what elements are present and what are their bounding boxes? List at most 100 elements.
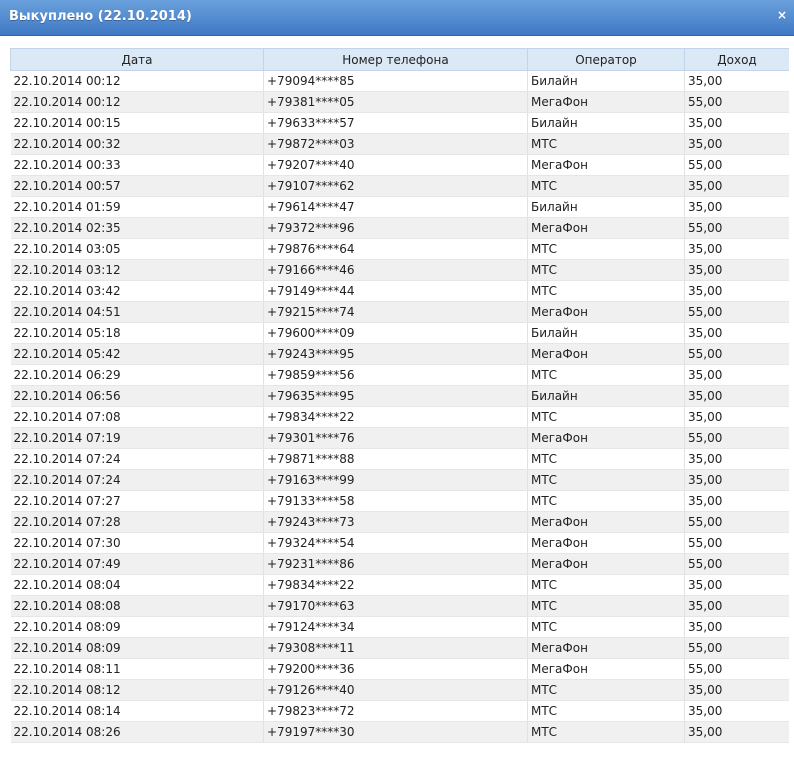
cell-date: 22.10.2014 07:19: [10, 427, 264, 449]
table-row[interactable]: 22.10.2014 00:33 +79207****40 МегаФон 55,00: [10, 154, 789, 176]
table-row[interactable]: 22.10.2014 06:29 +79859****56 МТС 35,00: [10, 364, 789, 386]
cell-operator: Билайн: [527, 322, 685, 344]
cell-income: 35,00: [684, 238, 789, 260]
cell-phone: +79834****22: [263, 574, 528, 596]
cell-operator: Билайн: [527, 112, 685, 134]
cell-operator: Билайн: [527, 385, 685, 407]
table-row[interactable]: 22.10.2014 05:18 +79600****09 Билайн 35,00: [10, 322, 789, 344]
cell-income: 55,00: [684, 637, 789, 659]
cell-phone: +79107****62: [263, 175, 528, 197]
table-row[interactable]: 22.10.2014 08:08 +79170****63 МТС 35,00: [10, 595, 789, 617]
table-row[interactable]: 22.10.2014 08:11 +79200****36 МегаФон 55,00: [10, 658, 789, 680]
cell-phone: +79301****76: [263, 427, 528, 449]
cell-phone: +79372****96: [263, 217, 528, 239]
cell-date: 22.10.2014 03:12: [10, 259, 264, 281]
cell-operator: МТС: [527, 133, 685, 155]
cell-date: 22.10.2014 03:42: [10, 280, 264, 302]
cell-income: 55,00: [684, 91, 789, 113]
table-row[interactable]: 22.10.2014 07:19 +79301****76 МегаФон 55,00: [10, 427, 789, 449]
table-row[interactable]: 22.10.2014 03:42 +79149****44 МТС 35,00: [10, 280, 789, 302]
table-row[interactable]: 22.10.2014 04:51 +79215****74 МегаФон 55,00: [10, 301, 789, 323]
table-body: 22.10.2014 00:12 +79094****85 Билайн 35,00 2…: [10, 70, 789, 743]
table-row[interactable]: 22.10.2014 01:59 +79614****47 Билайн 35,00: [10, 196, 789, 218]
cell-operator: Билайн: [527, 196, 685, 218]
cell-operator: МТС: [527, 679, 685, 701]
cell-date: 22.10.2014 00:12: [10, 70, 264, 92]
cell-income: 35,00: [684, 364, 789, 386]
table-row[interactable]: 22.10.2014 05:42 +79243****95 МегаФон 55,00: [10, 343, 789, 365]
cell-date: 22.10.2014 03:05: [10, 238, 264, 260]
cell-date: 22.10.2014 05:18: [10, 322, 264, 344]
cell-date: 22.10.2014 08:04: [10, 574, 264, 596]
cell-date: 22.10.2014 08:09: [10, 637, 264, 659]
column-header-phone[interactable]: Номер телефона: [263, 48, 528, 71]
cell-phone: +79124****34: [263, 616, 528, 638]
table-row[interactable]: 22.10.2014 00:15 +79633****57 Билайн 35,00: [10, 112, 789, 134]
cell-phone: +79243****95: [263, 343, 528, 365]
cell-phone: +79614****47: [263, 196, 528, 218]
cell-income: 35,00: [684, 280, 789, 302]
table-row[interactable]: 22.10.2014 07:30 +79324****54 МегаФон 55,00: [10, 532, 789, 554]
table-row[interactable]: 22.10.2014 08:04 +79834****22 МТС 35,00: [10, 574, 789, 596]
cell-operator: МТС: [527, 406, 685, 428]
cell-income: 35,00: [684, 133, 789, 155]
table-row[interactable]: 22.10.2014 08:09 +79308****11 МегаФон 55,00: [10, 637, 789, 659]
table-row[interactable]: 22.10.2014 02:35 +79372****96 МегаФон 55,00: [10, 217, 789, 239]
cell-date: 22.10.2014 07:49: [10, 553, 264, 575]
cell-operator: МТС: [527, 364, 685, 386]
cell-phone: +79859****56: [263, 364, 528, 386]
cell-phone: +79094****85: [263, 70, 528, 92]
cell-date: 22.10.2014 08:09: [10, 616, 264, 638]
cell-income: 35,00: [684, 385, 789, 407]
cell-phone: +79166****46: [263, 259, 528, 281]
cell-income: 55,00: [684, 427, 789, 449]
cell-date: 22.10.2014 00:33: [10, 154, 264, 176]
table-row[interactable]: 22.10.2014 00:12 +79381****05 МегаФон 55,00: [10, 91, 789, 113]
table-row[interactable]: 22.10.2014 07:24 +79871****88 МТС 35,00: [10, 448, 789, 470]
table-row[interactable]: 22.10.2014 08:26 +79197****30 МТС 35,00: [10, 721, 789, 743]
cell-income: 35,00: [684, 406, 789, 428]
cell-date: 22.10.2014 01:59: [10, 196, 264, 218]
cell-operator: МегаФон: [527, 637, 685, 659]
cell-income: 35,00: [684, 322, 789, 344]
table-row[interactable]: 22.10.2014 07:49 +79231****86 МегаФон 55,00: [10, 553, 789, 575]
table-row[interactable]: 22.10.2014 06:56 +79635****95 Билайн 35,00: [10, 385, 789, 407]
cell-date: 22.10.2014 07:30: [10, 532, 264, 554]
table-row[interactable]: 22.10.2014 07:24 +79163****99 МТС 35,00: [10, 469, 789, 491]
table-row[interactable]: 22.10.2014 07:27 +79133****58 МТС 35,00: [10, 490, 789, 512]
column-header-operator[interactable]: Оператор: [527, 48, 685, 71]
table-row[interactable]: 22.10.2014 00:57 +79107****62 МТС 35,00: [10, 175, 789, 197]
cell-operator: МТС: [527, 490, 685, 512]
cell-income: 35,00: [684, 595, 789, 617]
cell-phone: +79149****44: [263, 280, 528, 302]
table-row[interactable]: 22.10.2014 08:12 +79126****40 МТС 35,00: [10, 679, 789, 701]
column-header-income[interactable]: Доход: [684, 48, 789, 71]
cell-operator: МегаФон: [527, 658, 685, 680]
column-header-date[interactable]: Дата: [10, 48, 264, 71]
table-row[interactable]: 22.10.2014 07:28 +79243****73 МегаФон 55,00: [10, 511, 789, 533]
table-row[interactable]: 22.10.2014 03:05 +79876****64 МТС 35,00: [10, 238, 789, 260]
cell-phone: +79635****95: [263, 385, 528, 407]
cell-date: 22.10.2014 08:11: [10, 658, 264, 680]
table-row[interactable]: 22.10.2014 00:12 +79094****85 Билайн 35,00: [10, 70, 789, 92]
table-row[interactable]: 22.10.2014 08:09 +79124****34 МТС 35,00: [10, 616, 789, 638]
table-row[interactable]: 22.10.2014 00:32 +79872****03 МТС 35,00: [10, 133, 789, 155]
cell-date: 22.10.2014 08:12: [10, 679, 264, 701]
cell-date: 22.10.2014 07:24: [10, 469, 264, 491]
table-row[interactable]: 22.10.2014 08:14 +79823****72 МТС 35,00: [10, 700, 789, 722]
cell-operator: МегаФон: [527, 427, 685, 449]
cell-operator: МТС: [527, 469, 685, 491]
table-row[interactable]: 22.10.2014 07:08 +79834****22 МТС 35,00: [10, 406, 789, 428]
cell-income: 55,00: [684, 217, 789, 239]
cell-operator: МегаФон: [527, 553, 685, 575]
cell-operator: МТС: [527, 175, 685, 197]
cell-operator: МТС: [527, 259, 685, 281]
cell-income: 55,00: [684, 532, 789, 554]
cell-operator: МТС: [527, 595, 685, 617]
cell-date: 22.10.2014 04:51: [10, 301, 264, 323]
cell-phone: +79133****58: [263, 490, 528, 512]
close-icon[interactable]: ×: [775, 8, 789, 22]
table-row[interactable]: 22.10.2014 03:12 +79166****46 МТС 35,00: [10, 259, 789, 281]
table-header-row: Дата Номер телефона Оператор Доход: [10, 48, 789, 71]
cell-income: 35,00: [684, 679, 789, 701]
